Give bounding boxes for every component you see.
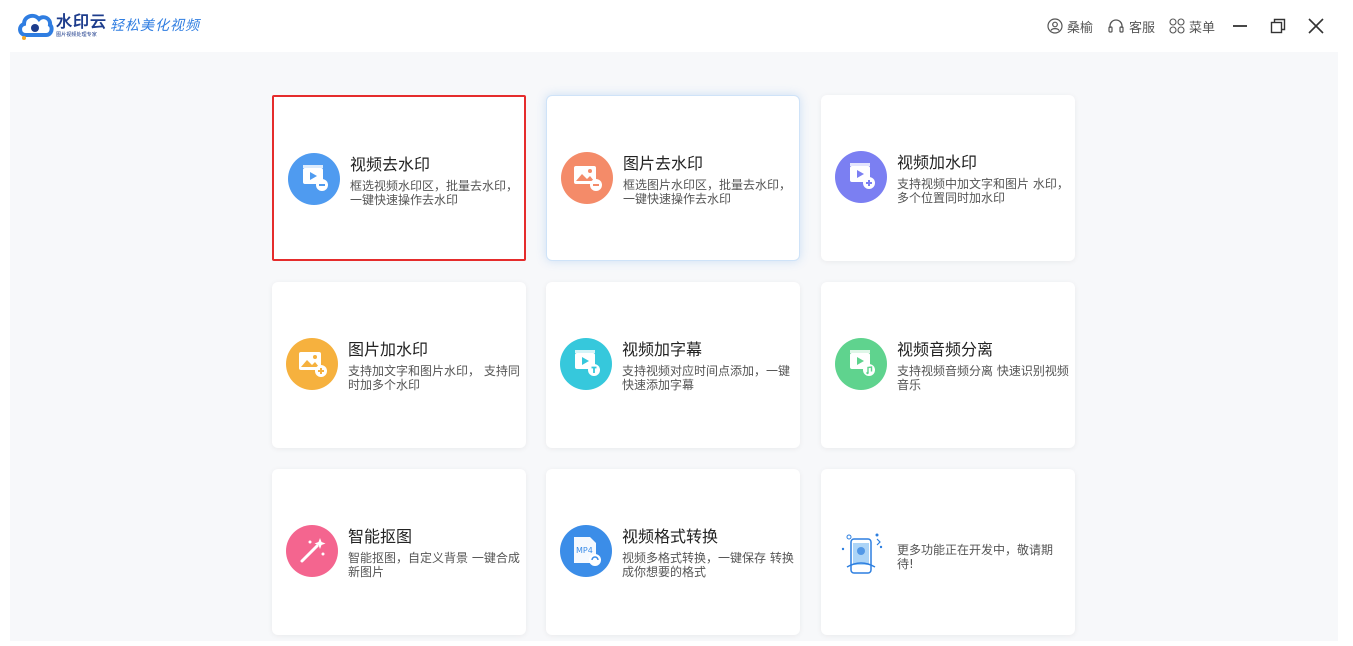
image-add-watermark-icon xyxy=(286,338,338,390)
minimize-button[interactable] xyxy=(1229,15,1251,37)
video-add-watermark-icon xyxy=(835,151,887,203)
smart-cutout-icon xyxy=(286,525,338,577)
card-title: 图片加水印 xyxy=(348,340,429,359)
card-description: 支持视频对应时间点添加，一键快速添加字幕 xyxy=(622,364,791,392)
user-icon xyxy=(1047,18,1063,34)
card-description: 框选图片水印区，批量去水印，一键快速操作去水印 xyxy=(623,178,792,206)
card-description: 支持视频中加文字和图片 水印，多个位置同时加水印 xyxy=(897,177,1069,205)
user-button[interactable]: 桑榆 xyxy=(1047,17,1093,36)
card-audio-separate[interactable]: 视频音频分离 支持视频音频分离 快速识别视频音乐 xyxy=(821,282,1075,448)
card-description: 支持加文字和图片水印， 支持同时加多个水印 xyxy=(348,364,520,392)
customer-service-button[interactable]: 客服 xyxy=(1107,17,1155,36)
headset-icon xyxy=(1108,19,1124,33)
app-slogan: 轻松美化视频 xyxy=(110,18,200,34)
card-image-add-watermark[interactable]: 图片加水印 支持加文字和图片水印， 支持同时加多个水印 xyxy=(272,282,526,448)
cloud-logo-icon xyxy=(18,13,54,40)
card-description: 框选视频水印区，批量去水印，一键快速操作去水印 xyxy=(350,179,519,207)
title-bar: 水印云 图片视频处理专家 轻松美化视频 桑榆 客服 菜单 xyxy=(0,0,1353,52)
card-video-remove-watermark[interactable]: 视频去水印 框选视频水印区，批量去水印，一键快速操作去水印 xyxy=(272,95,526,261)
menu-button[interactable]: 菜单 xyxy=(1169,17,1215,36)
restore-icon xyxy=(1270,18,1286,34)
app-name: 水印云 xyxy=(56,12,108,31)
mp4-badge: MP4 xyxy=(576,546,593,555)
card-format-convert[interactable]: MP4 视频格式转换 视频多格式转换，一键保存 转换成你想要的格式 xyxy=(546,469,800,635)
audio-separate-icon xyxy=(835,338,887,390)
card-image-remove-watermark[interactable]: 图片去水印 框选图片水印区，批量去水印，一键快速操作去水印 xyxy=(546,95,800,261)
card-description: 智能抠图，自定义背景 一键合成新图片 xyxy=(348,551,520,579)
video-subtitle-icon xyxy=(560,338,612,390)
format-convert-icon: MP4 xyxy=(560,525,612,577)
card-title: 视频音频分离 xyxy=(897,340,994,359)
card-description: 支持视频音频分离 快速识别视频音乐 xyxy=(897,364,1069,392)
card-description: 更多功能正在开发中，敬请期待! xyxy=(897,543,1054,571)
minimize-icon xyxy=(1233,25,1247,27)
menu-label: 菜单 xyxy=(1188,20,1215,36)
card-title: 图片去水印 xyxy=(623,154,704,173)
card-title: 视频加水印 xyxy=(897,153,978,172)
restore-button[interactable] xyxy=(1267,15,1289,37)
image-remove-watermark-icon xyxy=(561,152,613,204)
card-more-features: 更多功能正在开发中，敬请期待! xyxy=(821,469,1075,635)
more-features-icon xyxy=(841,533,883,574)
card-title: 视频格式转换 xyxy=(622,527,719,546)
card-title: 视频加字幕 xyxy=(622,340,703,359)
close-button[interactable] xyxy=(1305,15,1327,37)
app-subtitle: 图片视频处理专家 xyxy=(56,31,97,38)
user-name: 桑榆 xyxy=(1066,20,1093,36)
grid-menu-icon xyxy=(1169,18,1185,34)
video-remove-watermark-icon xyxy=(288,153,340,205)
card-video-add-watermark[interactable]: 视频加水印 支持视频中加文字和图片 水印，多个位置同时加水印 xyxy=(821,95,1075,261)
close-icon xyxy=(1308,18,1324,34)
card-title: 视频去水印 xyxy=(350,155,431,174)
card-title: 智能抠图 xyxy=(348,527,413,546)
customer-service-label: 客服 xyxy=(1128,20,1155,36)
feature-panel: 视频去水印 框选视频水印区，批量去水印，一键快速操作去水印 图片去水印 框选图片… xyxy=(10,52,1338,641)
card-description: 视频多格式转换，一键保存 转换成你想要的格式 xyxy=(622,551,794,579)
app-logo: 水印云 图片视频处理专家 xyxy=(16,9,107,43)
card-smart-cutout[interactable]: 智能抠图 智能抠图，自定义背景 一键合成新图片 xyxy=(272,469,526,635)
card-video-subtitle[interactable]: 视频加字幕 支持视频对应时间点添加，一键快速添加字幕 xyxy=(546,282,800,448)
